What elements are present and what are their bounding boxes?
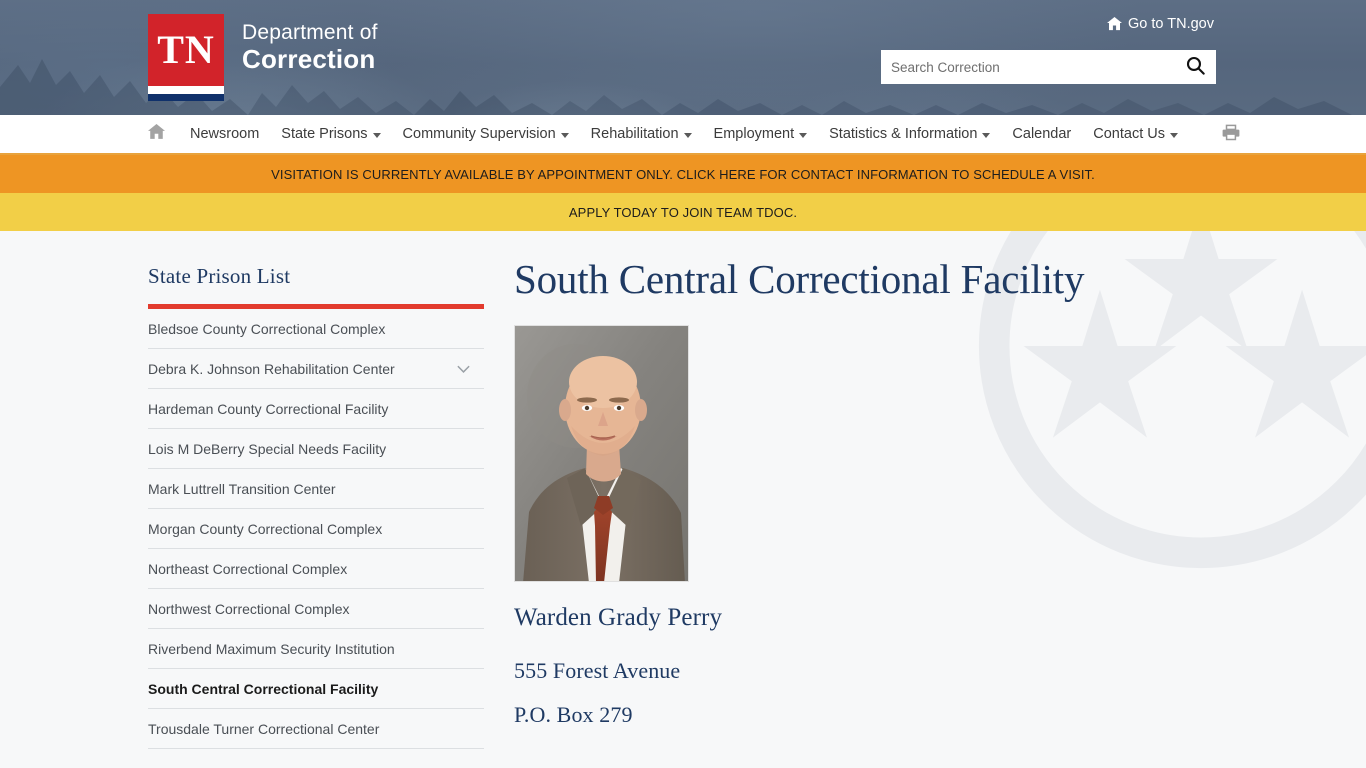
sidebar-item-northeast[interactable]: Northeast Correctional Complex (148, 549, 484, 589)
site-header: TN Department of Correction Go to TN.gov (0, 0, 1366, 115)
page-title: South Central Correctional Facility (514, 256, 1085, 302)
sidebar-item-lois-m-deberry[interactable]: Lois M DeBerry Special Needs Facility (148, 429, 484, 469)
search-input[interactable] (881, 50, 1174, 84)
sidebar-item-bledsoe[interactable]: Bledsoe County Correctional Complex (148, 309, 484, 349)
chevron-down-icon (560, 132, 569, 138)
sidebar-item-riverbend[interactable]: Riverbend Maximum Security Institution (148, 629, 484, 669)
sidebar-item-south-central[interactable]: South Central Correctional Facility (148, 669, 484, 709)
facility-address-line-2: P.O. Box 279 (514, 702, 633, 728)
nav-label: Calendar (1012, 126, 1072, 142)
chevron-down-icon (982, 132, 991, 138)
alert-text: VISITATION IS CURRENTLY AVAILABLE BY APP… (271, 166, 1095, 182)
search-box[interactable] (881, 50, 1216, 84)
go-to-tngov-link[interactable]: Go to TN.gov (1107, 16, 1214, 32)
brand-agency-label: Correction (242, 44, 376, 75)
tn-logo-white-stripe (148, 86, 224, 94)
search-submit-button[interactable] (1174, 50, 1216, 84)
main-content: South Central Correctional Facility Ward… (484, 231, 1366, 749)
nav-item-employment[interactable]: Employment (703, 115, 819, 153)
nav-item-contact-us[interactable]: Contact Us (1082, 115, 1189, 153)
sidebar-item-label: Mark Luttrell Transition Center (148, 480, 336, 497)
sidebar-item-label: Riverbend Maximum Security Institution (148, 640, 395, 657)
sidebar-item-debra-k-johnson[interactable]: Debra K. Johnson Rehabilitation Center (148, 349, 484, 389)
alert-banner-careers[interactable]: APPLY TODAY TO JOIN TEAM TDOC. (0, 193, 1366, 231)
sidebar-item-trousdale-turner[interactable]: Trousdale Turner Correctional Center (148, 709, 484, 749)
sidebar-item-label: Lois M DeBerry Special Needs Facility (148, 440, 387, 457)
tn-logo-letters: TN (157, 27, 215, 72)
nav-item-rehabilitation[interactable]: Rehabilitation (580, 115, 703, 153)
sidebar-item-label: Morgan County Correctional Complex (148, 520, 383, 537)
warden-portrait-graphic (515, 326, 688, 582)
tn-logo-square: TN (148, 14, 224, 86)
search-icon (1186, 56, 1205, 78)
sidebar-item-label: Bledsoe County Correctional Complex (148, 320, 386, 337)
sidebar-item-label: Debra K. Johnson Rehabilitation Center (148, 360, 395, 377)
nav-item-statistics-information[interactable]: Statistics & Information (818, 115, 1001, 153)
sidebar-item-label: Northwest Correctional Complex (148, 600, 350, 617)
nav-item-community-supervision[interactable]: Community Supervision (392, 115, 580, 153)
sidebar-item-mark-luttrell[interactable]: Mark Luttrell Transition Center (148, 469, 484, 509)
nav-label: State Prisons (281, 126, 368, 142)
warden-name: Warden Grady Perry (514, 604, 723, 632)
alert-banner-visitation[interactable]: VISITATION IS CURRENTLY AVAILABLE BY APP… (0, 155, 1366, 193)
page-body: State Prison List Bledsoe County Correct… (0, 231, 1366, 766)
nav-label: Contact Us (1093, 126, 1165, 142)
facility-address-line-1: 555 Forest Avenue (514, 658, 681, 684)
nav-item-state-prisons[interactable]: State Prisons (270, 115, 391, 153)
printer-icon (1222, 124, 1240, 145)
home-icon (1107, 17, 1122, 31)
nav-label: Community Supervision (402, 126, 556, 142)
chevron-down-icon (1170, 132, 1178, 138)
print-page-button[interactable] (1211, 115, 1251, 153)
site-logo[interactable]: TN Department of Correction (148, 14, 378, 101)
brand-text: Department of Correction (242, 14, 378, 75)
content-grid: State Prison List Bledsoe County Correct… (0, 231, 1366, 749)
tn-logo-blue-stripe (148, 94, 224, 101)
nav-item-newsroom[interactable]: Newsroom (179, 115, 270, 153)
sidebar: State Prison List Bledsoe County Correct… (148, 231, 484, 749)
sidebar-item-label: Hardeman County Correctional Facility (148, 400, 389, 417)
sidebar-item-northwest[interactable]: Northwest Correctional Complex (148, 589, 484, 629)
go-to-tngov-label: Go to TN.gov (1128, 16, 1214, 32)
sidebar-item-hardeman[interactable]: Hardeman County Correctional Facility (148, 389, 484, 429)
nav-label: Statistics & Information (829, 126, 978, 142)
sidebar-item-label: South Central Correctional Facility (148, 680, 379, 697)
warden-portrait-image (514, 325, 689, 583)
nav-item-calendar[interactable]: Calendar (1001, 115, 1082, 153)
nav-label: Employment (713, 126, 795, 142)
chevron-down-icon (372, 132, 381, 138)
sidebar-item-label: Northeast Correctional Complex (148, 560, 348, 577)
nav-item-home[interactable] (148, 115, 179, 153)
brand-department-label: Department of (242, 21, 378, 44)
sidebar-item-label: Trousdale Turner Correctional Center (148, 720, 380, 737)
tn-state-logo-mark: TN (148, 14, 224, 101)
chevron-down-icon[interactable] (457, 361, 470, 377)
nav-label: Newsroom (190, 126, 260, 142)
chevron-down-icon (683, 132, 692, 138)
sidebar-item-morgan-county[interactable]: Morgan County Correctional Complex (148, 509, 484, 549)
state-prison-list: Bledsoe County Correctional Complex Debr… (148, 309, 484, 749)
chevron-down-icon (799, 132, 808, 138)
home-icon (148, 124, 165, 144)
nav-label: Rehabilitation (590, 126, 679, 142)
sidebar-title: State Prison List (148, 264, 291, 288)
main-navigation: Newsroom State Prisons Community Supervi… (0, 115, 1366, 155)
alert-text: APPLY TODAY TO JOIN TEAM TDOC. (568, 204, 798, 220)
